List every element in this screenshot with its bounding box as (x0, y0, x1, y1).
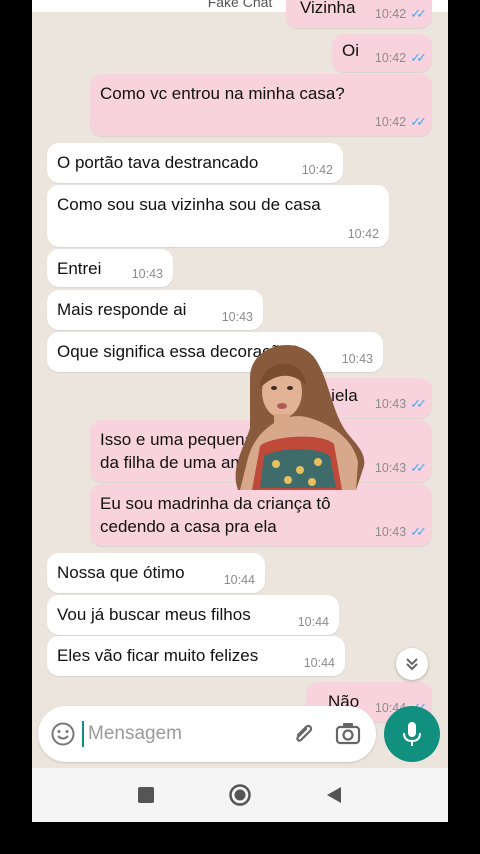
read-ticks-icon: ✓✓ (410, 50, 427, 65)
read-ticks-icon: ✓✓ (410, 114, 427, 129)
message-composer (38, 706, 376, 762)
message-meta: 10:43 (221, 310, 253, 324)
message-meta: 10:43 ✓✓ (374, 396, 427, 411)
person-overlay-image (235, 345, 365, 490)
message-bubble[interactable]: Como sou sua vizinha sou de casa 10:42 (47, 185, 389, 247)
read-ticks-icon: ✓✓ (410, 396, 427, 411)
recents-button[interactable] (133, 782, 159, 808)
triangle-back-icon (327, 787, 341, 803)
message-meta: 10:43 ✓✓ (374, 524, 427, 539)
message-bubble[interactable]: Entrei 10:43 (47, 249, 173, 287)
circle-icon (229, 784, 251, 806)
message-meta: 10:42 ✓✓ (374, 114, 427, 129)
message-meta: 10:42 (301, 163, 333, 177)
scroll-to-bottom-button[interactable] (396, 648, 428, 680)
double-chevron-down-icon (406, 658, 418, 671)
emoji-icon[interactable] (50, 721, 76, 747)
back-button[interactable] (321, 782, 347, 808)
message-bubble[interactable]: Vizinha 10:42 ✓✓ (286, 0, 432, 28)
message-text: Como vc entrou na minha casa? (100, 84, 345, 103)
message-meta: 10:42 (347, 227, 379, 241)
home-button[interactable] (227, 782, 253, 808)
paperclip-icon[interactable] (290, 720, 318, 748)
message-text: Como sou sua vizinha sou de casa (57, 195, 321, 214)
message-bubble[interactable]: Oi 10:42 ✓✓ (332, 34, 432, 72)
square-icon (138, 787, 154, 803)
text-cursor (82, 721, 84, 747)
message-meta: 10:44 (297, 615, 329, 629)
system-navigation-bar (32, 768, 448, 822)
camera-icon[interactable] (334, 720, 362, 746)
message-bubble[interactable]: O portão tava destrancado 10:42 (47, 143, 343, 183)
message-bubble[interactable]: Eles vão ficar muito felizes 10:44 (47, 636, 345, 676)
message-bubble[interactable]: Como vc entrou na minha casa? 10:42 ✓✓ (90, 74, 432, 136)
microphone-icon (403, 722, 421, 746)
message-meta: 10:43 ✓✓ (374, 460, 427, 475)
read-ticks-icon: ✓✓ (410, 524, 427, 539)
message-meta: 10:44 (303, 656, 335, 670)
message-meta: 10:43 (131, 267, 163, 281)
message-bubble[interactable]: Mais responde ai 10:43 (47, 290, 263, 330)
message-text: Eu sou madrinha da criança tô cedendo a … (100, 494, 331, 536)
microphone-button[interactable] (384, 706, 440, 762)
message-text: Eles vão ficar muito felizes (57, 646, 259, 665)
message-text: O portão tava destrancado (57, 153, 259, 172)
chat-screen: Fake Chat Vizinha 10:42 ✓✓ Oi 10:42 ✓✓ Com… (32, 0, 448, 822)
message-bubble[interactable]: Vou já buscar meus filhos 10:44 (47, 595, 339, 635)
message-text: Vou já buscar meus filhos (57, 605, 251, 624)
message-meta: 10:44 (223, 573, 255, 587)
message-meta: 10:42 ✓✓ (374, 50, 427, 65)
message-bubble[interactable]: Eu sou madrinha da criança tô cedendo a … (90, 484, 432, 546)
message-input[interactable] (86, 718, 270, 750)
read-ticks-icon: ✓✓ (410, 460, 427, 475)
read-ticks-icon: ✓✓ (410, 6, 427, 21)
message-meta: 10:42 ✓✓ (374, 6, 427, 21)
message-bubble[interactable]: Nossa que ótimo 10:44 (47, 553, 265, 593)
